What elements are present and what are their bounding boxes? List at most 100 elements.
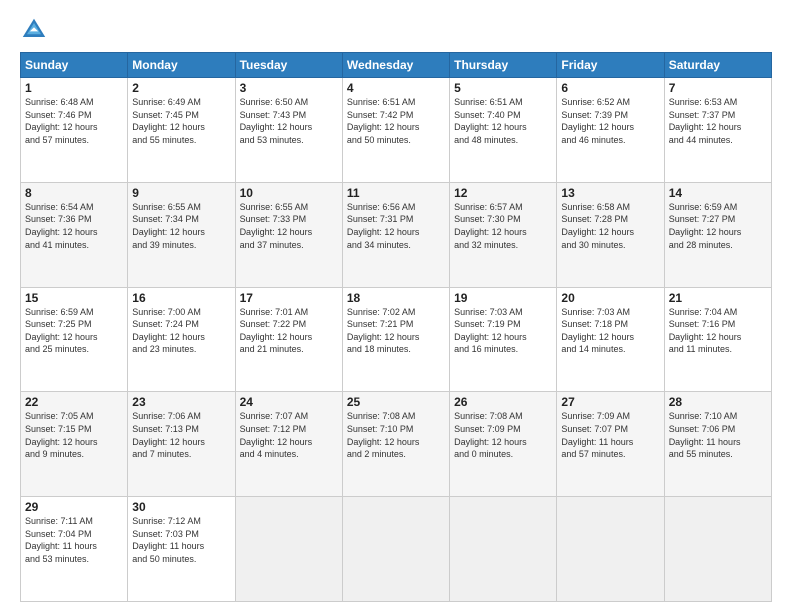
day-info: Sunrise: 6:58 AM Sunset: 7:28 PM Dayligh… — [561, 201, 659, 251]
logo-icon — [20, 16, 48, 44]
col-header-thursday: Thursday — [450, 53, 557, 78]
day-info: Sunrise: 6:55 AM Sunset: 7:33 PM Dayligh… — [240, 201, 338, 251]
day-number: 2 — [132, 81, 230, 95]
calendar-cell: 16Sunrise: 7:00 AM Sunset: 7:24 PM Dayli… — [128, 287, 235, 392]
calendar-cell: 22Sunrise: 7:05 AM Sunset: 7:15 PM Dayli… — [21, 392, 128, 497]
calendar-cell: 23Sunrise: 7:06 AM Sunset: 7:13 PM Dayli… — [128, 392, 235, 497]
week-row-1: 1Sunrise: 6:48 AM Sunset: 7:46 PM Daylig… — [21, 78, 772, 183]
day-number: 7 — [669, 81, 767, 95]
calendar-cell: 30Sunrise: 7:12 AM Sunset: 7:03 PM Dayli… — [128, 497, 235, 602]
day-number: 30 — [132, 500, 230, 514]
calendar-cell: 27Sunrise: 7:09 AM Sunset: 7:07 PM Dayli… — [557, 392, 664, 497]
day-number: 16 — [132, 291, 230, 305]
col-header-sunday: Sunday — [21, 53, 128, 78]
calendar-cell: 11Sunrise: 6:56 AM Sunset: 7:31 PM Dayli… — [342, 182, 449, 287]
day-number: 8 — [25, 186, 123, 200]
day-info: Sunrise: 6:53 AM Sunset: 7:37 PM Dayligh… — [669, 96, 767, 146]
day-info: Sunrise: 6:48 AM Sunset: 7:46 PM Dayligh… — [25, 96, 123, 146]
calendar-cell: 19Sunrise: 7:03 AM Sunset: 7:19 PM Dayli… — [450, 287, 557, 392]
day-info: Sunrise: 6:51 AM Sunset: 7:40 PM Dayligh… — [454, 96, 552, 146]
day-number: 21 — [669, 291, 767, 305]
day-info: Sunrise: 6:59 AM Sunset: 7:27 PM Dayligh… — [669, 201, 767, 251]
day-info: Sunrise: 7:01 AM Sunset: 7:22 PM Dayligh… — [240, 306, 338, 356]
day-info: Sunrise: 6:56 AM Sunset: 7:31 PM Dayligh… — [347, 201, 445, 251]
calendar-cell — [664, 497, 771, 602]
calendar-cell — [235, 497, 342, 602]
day-info: Sunrise: 7:12 AM Sunset: 7:03 PM Dayligh… — [132, 515, 230, 565]
day-info: Sunrise: 6:51 AM Sunset: 7:42 PM Dayligh… — [347, 96, 445, 146]
calendar-cell: 15Sunrise: 6:59 AM Sunset: 7:25 PM Dayli… — [21, 287, 128, 392]
calendar-cell — [450, 497, 557, 602]
day-info: Sunrise: 7:07 AM Sunset: 7:12 PM Dayligh… — [240, 410, 338, 460]
calendar-cell: 7Sunrise: 6:53 AM Sunset: 7:37 PM Daylig… — [664, 78, 771, 183]
calendar-cell: 17Sunrise: 7:01 AM Sunset: 7:22 PM Dayli… — [235, 287, 342, 392]
day-number: 24 — [240, 395, 338, 409]
day-number: 19 — [454, 291, 552, 305]
calendar-table: SundayMondayTuesdayWednesdayThursdayFrid… — [20, 52, 772, 602]
logo — [20, 16, 52, 44]
day-number: 17 — [240, 291, 338, 305]
day-info: Sunrise: 6:59 AM Sunset: 7:25 PM Dayligh… — [25, 306, 123, 356]
col-header-tuesday: Tuesday — [235, 53, 342, 78]
week-row-3: 15Sunrise: 6:59 AM Sunset: 7:25 PM Dayli… — [21, 287, 772, 392]
col-header-friday: Friday — [557, 53, 664, 78]
header-row: SundayMondayTuesdayWednesdayThursdayFrid… — [21, 53, 772, 78]
day-number: 29 — [25, 500, 123, 514]
day-number: 10 — [240, 186, 338, 200]
day-info: Sunrise: 6:49 AM Sunset: 7:45 PM Dayligh… — [132, 96, 230, 146]
day-info: Sunrise: 7:09 AM Sunset: 7:07 PM Dayligh… — [561, 410, 659, 460]
calendar-cell: 3Sunrise: 6:50 AM Sunset: 7:43 PM Daylig… — [235, 78, 342, 183]
day-info: Sunrise: 7:05 AM Sunset: 7:15 PM Dayligh… — [25, 410, 123, 460]
day-info: Sunrise: 6:57 AM Sunset: 7:30 PM Dayligh… — [454, 201, 552, 251]
day-number: 15 — [25, 291, 123, 305]
calendar-cell: 18Sunrise: 7:02 AM Sunset: 7:21 PM Dayli… — [342, 287, 449, 392]
day-number: 27 — [561, 395, 659, 409]
day-info: Sunrise: 7:06 AM Sunset: 7:13 PM Dayligh… — [132, 410, 230, 460]
calendar-cell: 8Sunrise: 6:54 AM Sunset: 7:36 PM Daylig… — [21, 182, 128, 287]
day-number: 18 — [347, 291, 445, 305]
calendar-cell: 29Sunrise: 7:11 AM Sunset: 7:04 PM Dayli… — [21, 497, 128, 602]
calendar-cell: 13Sunrise: 6:58 AM Sunset: 7:28 PM Dayli… — [557, 182, 664, 287]
day-info: Sunrise: 7:11 AM Sunset: 7:04 PM Dayligh… — [25, 515, 123, 565]
day-info: Sunrise: 7:08 AM Sunset: 7:09 PM Dayligh… — [454, 410, 552, 460]
day-number: 22 — [25, 395, 123, 409]
day-number: 23 — [132, 395, 230, 409]
page: SundayMondayTuesdayWednesdayThursdayFrid… — [0, 0, 792, 612]
day-info: Sunrise: 6:54 AM Sunset: 7:36 PM Dayligh… — [25, 201, 123, 251]
day-number: 12 — [454, 186, 552, 200]
day-number: 25 — [347, 395, 445, 409]
day-number: 5 — [454, 81, 552, 95]
calendar-cell: 20Sunrise: 7:03 AM Sunset: 7:18 PM Dayli… — [557, 287, 664, 392]
calendar-cell: 14Sunrise: 6:59 AM Sunset: 7:27 PM Dayli… — [664, 182, 771, 287]
calendar-cell: 5Sunrise: 6:51 AM Sunset: 7:40 PM Daylig… — [450, 78, 557, 183]
calendar-cell: 1Sunrise: 6:48 AM Sunset: 7:46 PM Daylig… — [21, 78, 128, 183]
calendar-cell: 10Sunrise: 6:55 AM Sunset: 7:33 PM Dayli… — [235, 182, 342, 287]
calendar-header: SundayMondayTuesdayWednesdayThursdayFrid… — [21, 53, 772, 78]
day-info: Sunrise: 7:00 AM Sunset: 7:24 PM Dayligh… — [132, 306, 230, 356]
calendar-cell: 26Sunrise: 7:08 AM Sunset: 7:09 PM Dayli… — [450, 392, 557, 497]
week-row-4: 22Sunrise: 7:05 AM Sunset: 7:15 PM Dayli… — [21, 392, 772, 497]
calendar-cell: 24Sunrise: 7:07 AM Sunset: 7:12 PM Dayli… — [235, 392, 342, 497]
calendar-cell — [557, 497, 664, 602]
day-number: 28 — [669, 395, 767, 409]
day-number: 20 — [561, 291, 659, 305]
calendar-cell: 12Sunrise: 6:57 AM Sunset: 7:30 PM Dayli… — [450, 182, 557, 287]
calendar-cell: 4Sunrise: 6:51 AM Sunset: 7:42 PM Daylig… — [342, 78, 449, 183]
calendar-cell: 25Sunrise: 7:08 AM Sunset: 7:10 PM Dayli… — [342, 392, 449, 497]
day-info: Sunrise: 7:10 AM Sunset: 7:06 PM Dayligh… — [669, 410, 767, 460]
calendar-cell: 6Sunrise: 6:52 AM Sunset: 7:39 PM Daylig… — [557, 78, 664, 183]
day-number: 1 — [25, 81, 123, 95]
day-number: 3 — [240, 81, 338, 95]
calendar-cell: 21Sunrise: 7:04 AM Sunset: 7:16 PM Dayli… — [664, 287, 771, 392]
day-number: 13 — [561, 186, 659, 200]
col-header-wednesday: Wednesday — [342, 53, 449, 78]
day-info: Sunrise: 7:04 AM Sunset: 7:16 PM Dayligh… — [669, 306, 767, 356]
calendar-cell: 9Sunrise: 6:55 AM Sunset: 7:34 PM Daylig… — [128, 182, 235, 287]
calendar-cell: 28Sunrise: 7:10 AM Sunset: 7:06 PM Dayli… — [664, 392, 771, 497]
col-header-saturday: Saturday — [664, 53, 771, 78]
day-number: 14 — [669, 186, 767, 200]
day-info: Sunrise: 6:50 AM Sunset: 7:43 PM Dayligh… — [240, 96, 338, 146]
day-number: 11 — [347, 186, 445, 200]
day-info: Sunrise: 6:55 AM Sunset: 7:34 PM Dayligh… — [132, 201, 230, 251]
day-info: Sunrise: 7:02 AM Sunset: 7:21 PM Dayligh… — [347, 306, 445, 356]
